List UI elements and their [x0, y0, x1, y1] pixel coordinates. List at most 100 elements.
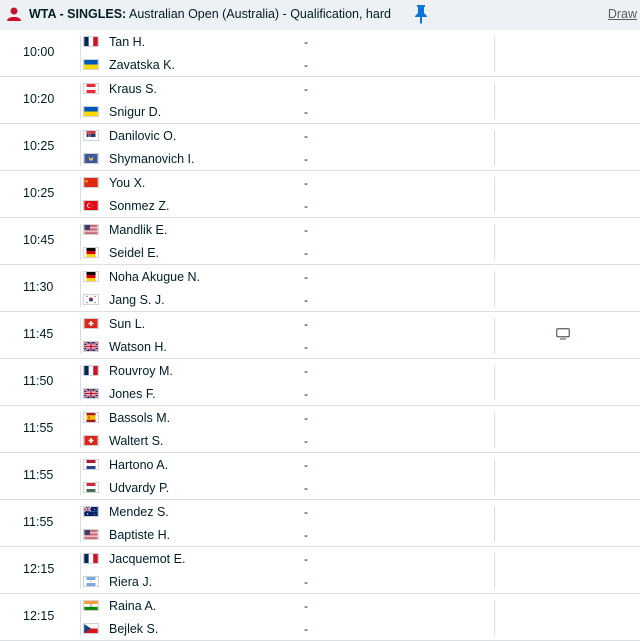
divider — [494, 600, 495, 636]
match-row[interactable]: 11:55 Hartono A. - Udvardy P. - — [0, 453, 640, 500]
match-time: 11:30 — [23, 280, 54, 294]
pin-icon[interactable] — [414, 4, 428, 24]
divider — [80, 83, 81, 119]
category-label: WTA - SINGLES: — [29, 7, 127, 21]
player-score: - — [304, 35, 308, 49]
player-icon — [7, 7, 21, 21]
tournament-title[interactable]: WTA - SINGLES: Australian Open (Australi… — [29, 7, 391, 21]
match-time: 10:45 — [23, 233, 55, 247]
player-name[interactable]: Baptiste H. — [109, 528, 170, 542]
match-row[interactable]: 10:25 You X. - Sonmez Z. - — [0, 171, 640, 218]
tv-icon[interactable] — [556, 328, 570, 340]
divider — [80, 600, 81, 636]
divider — [494, 83, 495, 119]
player-name[interactable]: Riera J. — [109, 575, 152, 589]
match-row[interactable]: 10:20 Kraus S. - Snigur D. - — [0, 77, 640, 124]
divider — [80, 36, 81, 72]
player-score: - — [304, 387, 308, 401]
divider — [80, 553, 81, 589]
match-time: 11:55 — [23, 515, 54, 529]
player-score: - — [304, 105, 308, 119]
flag-ar-icon — [83, 576, 99, 587]
player-score: - — [304, 552, 308, 566]
player-name[interactable]: Jones F. — [109, 387, 156, 401]
player-score: - — [304, 434, 308, 448]
flag-cn-icon — [83, 177, 99, 188]
flag-ch-icon — [83, 318, 99, 329]
match-time: 10:20 — [23, 92, 55, 106]
flag-neutral-icon — [83, 153, 99, 164]
flag-de-icon — [83, 271, 99, 282]
flag-kr-icon — [83, 294, 99, 305]
player-name[interactable]: Jacquemot E. — [109, 552, 185, 566]
flag-fr-icon — [83, 365, 99, 376]
player-name[interactable]: Kraus S. — [109, 82, 157, 96]
player-name[interactable]: Mandlik E. — [109, 223, 167, 237]
flag-gb-icon — [83, 341, 99, 352]
flag-de-icon — [83, 247, 99, 258]
match-time: 11:50 — [23, 374, 54, 388]
player-score: - — [304, 129, 308, 143]
match-time: 12:15 — [23, 609, 55, 623]
divider — [494, 459, 495, 495]
match-row[interactable]: 12:15 Raina A. - Bejlek S. - — [0, 594, 640, 641]
flag-ua-icon — [83, 59, 99, 70]
player-score: - — [304, 246, 308, 260]
player-name[interactable]: Bejlek S. — [109, 622, 158, 636]
player-name[interactable]: Tan H. — [109, 35, 145, 49]
flag-at-icon — [83, 83, 99, 94]
player-score: - — [304, 505, 308, 519]
flag-ch-icon — [83, 435, 99, 446]
match-row[interactable]: 11:55 Bassols M. - Waltert S. - — [0, 406, 640, 453]
player-name[interactable]: Sun L. — [109, 317, 145, 331]
player-score: - — [304, 340, 308, 354]
match-row[interactable]: 11:55 Mendez S. - Baptiste H. - — [0, 500, 640, 547]
divider — [80, 506, 81, 542]
player-score: - — [304, 411, 308, 425]
player-score: - — [304, 622, 308, 636]
player-score: - — [304, 575, 308, 589]
player-name[interactable]: Shymanovich I. — [109, 152, 194, 166]
player-name[interactable]: Seidel E. — [109, 246, 159, 260]
flag-gb-icon — [83, 388, 99, 399]
player-name[interactable]: Jang S. J. — [109, 293, 165, 307]
draw-link[interactable]: Draw — [608, 7, 637, 21]
player-name[interactable]: You X. — [109, 176, 145, 190]
player-name[interactable]: Snigur D. — [109, 105, 161, 119]
divider — [494, 177, 495, 213]
divider — [494, 365, 495, 401]
player-name[interactable]: Rouvroy M. — [109, 364, 173, 378]
player-score: - — [304, 293, 308, 307]
tournament-name: Australian Open (Australia) - Qualificat… — [129, 7, 391, 21]
player-name[interactable]: Bassols M. — [109, 411, 170, 425]
player-score: - — [304, 176, 308, 190]
divider — [494, 224, 495, 260]
player-name[interactable]: Hartono A. — [109, 458, 168, 472]
flag-ua-icon — [83, 106, 99, 117]
player-name[interactable]: Waltert S. — [109, 434, 163, 448]
player-name[interactable]: Mendez S. — [109, 505, 169, 519]
match-row[interactable]: 10:00 Tan H. - Zavatska K. - — [0, 30, 640, 77]
player-name[interactable]: Danilovic O. — [109, 129, 176, 143]
player-name[interactable]: Noha Akugue N. — [109, 270, 200, 284]
player-score: - — [304, 223, 308, 237]
match-row[interactable]: 10:45 Mandlik E. - Seidel E. - — [0, 218, 640, 265]
player-score: - — [304, 270, 308, 284]
match-row[interactable]: 11:50 Rouvroy M. - Jones F. - — [0, 359, 640, 406]
player-name[interactable]: Watson H. — [109, 340, 167, 354]
divider — [494, 506, 495, 542]
match-row[interactable]: 12:15 Jacquemot E. - Riera J. - — [0, 547, 640, 594]
flag-nl-icon — [83, 459, 99, 470]
player-score: - — [304, 58, 308, 72]
match-row[interactable]: 11:30 Noha Akugue N. - Jang S. J. - — [0, 265, 640, 312]
match-row[interactable]: 10:25 Danilovic O. - Shymanovich I. - — [0, 124, 640, 171]
divider — [494, 412, 495, 448]
divider — [80, 224, 81, 260]
match-row[interactable]: 11:45 Sun L. - Watson H. - — [0, 312, 640, 359]
divider — [80, 130, 81, 166]
player-name[interactable]: Zavatska K. — [109, 58, 175, 72]
player-name[interactable]: Sonmez Z. — [109, 199, 169, 213]
player-name[interactable]: Raina A. — [109, 599, 156, 613]
flag-cz-icon — [83, 623, 99, 634]
player-name[interactable]: Udvardy P. — [109, 481, 169, 495]
